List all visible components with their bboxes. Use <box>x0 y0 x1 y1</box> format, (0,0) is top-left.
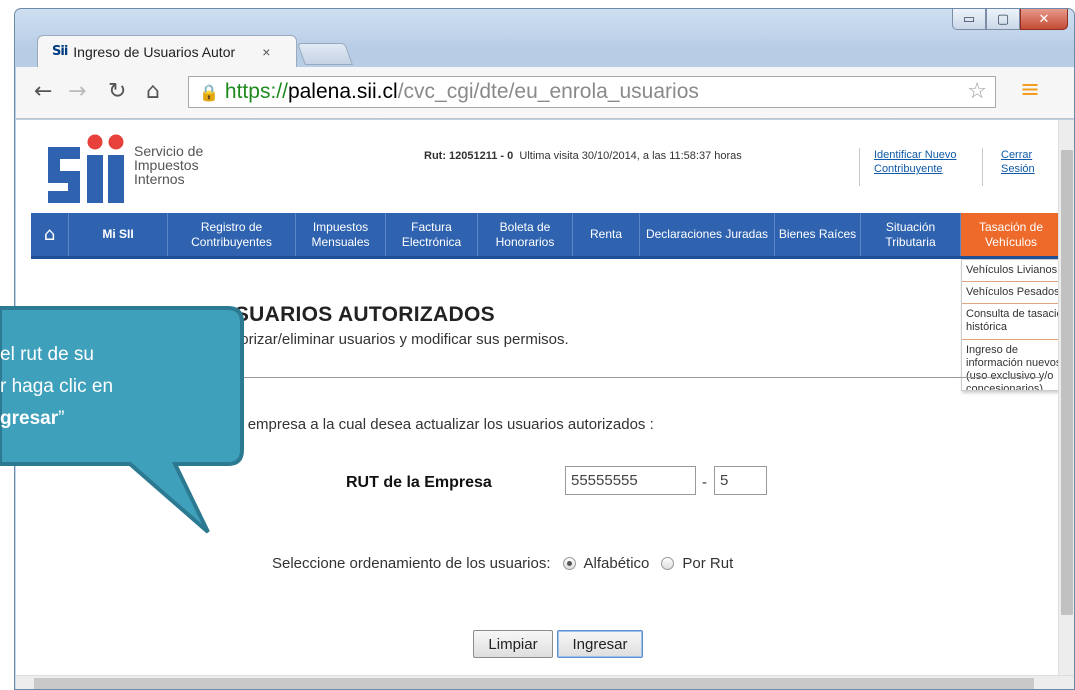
last-visit: Ultima visita 30/10/2014, a las 11:58:37… <box>519 150 742 162</box>
scroll-thumb[interactable] <box>34 678 1034 689</box>
main-nav: ⌂ Mi SII Registro de Contribuyentes Impu… <box>31 213 1058 259</box>
session-info: Rut: 12051211 - 0 Ultima visita 30/10/20… <box>424 150 742 162</box>
link-line: Contribuyente <box>874 163 943 175</box>
sii-logo-mark-icon <box>48 134 124 203</box>
browser-toolbar: ← → ↻ ⌂ 🔒 https:// palena.sii.cl /cvc_cg… <box>16 67 1074 119</box>
rut-input[interactable] <box>565 466 696 495</box>
nav-item-impuestos[interactable]: Impuestos Mensuales <box>296 213 386 256</box>
dropdown-item[interactable]: Vehículos Pesados <box>962 282 1058 304</box>
minimize-button[interactable]: ▭ <box>952 9 986 30</box>
home-icon[interactable]: ⌂ <box>146 79 160 104</box>
nav-item-bienes[interactable]: Bienes Raíces <box>775 213 861 256</box>
submit-button[interactable]: Ingresar <box>557 630 643 658</box>
back-arrow-icon[interactable]: ← <box>34 79 52 104</box>
logo-line: Servicio de <box>134 143 204 159</box>
link-line: Identificar Nuevo <box>874 149 957 161</box>
page-title: MANTENCION DE USUARIOS AUTORIZADOS <box>32 303 495 326</box>
dropdown-item[interactable]: Consulta de tasación histórica <box>962 304 1058 340</box>
callout-text: el rut de su r haga clic en gresar” <box>0 339 113 435</box>
close-window-button[interactable]: ✕ <box>1020 9 1068 30</box>
dropdown-item[interactable]: Vehículos Livianos <box>962 260 1058 282</box>
callout-quote: ” <box>58 408 65 429</box>
forward-arrow-icon[interactable]: → <box>68 79 86 104</box>
vertical-scrollbar[interactable] <box>1058 120 1074 675</box>
sii-favicon-icon: Sii <box>52 44 68 59</box>
callout-line: gresar” <box>0 403 113 435</box>
divider <box>982 148 983 186</box>
nav-home-icon[interactable]: ⌂ <box>31 213 69 256</box>
tasacion-dropdown: Vehículos Livianos Vehículos Pesados Con… <box>961 259 1058 391</box>
nav-item-boleta[interactable]: Boleta de Honorarios <box>478 213 573 256</box>
dropdown-item[interactable]: Ingreso de información nuevos (uso exclu… <box>962 340 1058 390</box>
rut-dash: - <box>702 474 707 491</box>
nav-item-registro[interactable]: Registro de Contribuyentes <box>168 213 296 256</box>
nav-item-mi-sii[interactable]: Mi SII <box>69 213 168 256</box>
nav-item-renta[interactable]: Renta <box>573 213 640 256</box>
sii-logo-text: Servicio de Impuestos Internos <box>134 144 203 186</box>
order-label: Seleccione ordenamiento de los usuarios: <box>272 555 551 572</box>
url-scheme: https:// <box>224 80 288 103</box>
clear-button[interactable]: Limpiar <box>473 630 553 658</box>
page-content: Servicio de Impuestos Internos Rut: 1205… <box>16 120 1058 675</box>
page-subtitle: usted podrá autorizar/eliminar usuarios … <box>136 331 569 348</box>
url-path: /cvc_cgi/dte/eu_enrola_usuarios <box>397 80 699 103</box>
dv-input[interactable] <box>714 466 767 495</box>
callout-line: r haga clic en <box>0 376 114 397</box>
logo-line: Impuestos <box>134 157 199 173</box>
address-bar[interactable]: 🔒 https:// palena.sii.cl /cvc_cgi/dte/eu… <box>188 76 996 108</box>
new-tab-button[interactable] <box>296 43 354 65</box>
tab-close-icon[interactable]: × <box>262 44 270 60</box>
logo-line: Internos <box>134 171 185 187</box>
rut-label: Rut: 12051211 - 0 <box>424 150 514 162</box>
callout-line: el rut de su <box>0 344 94 365</box>
logout-link[interactable]: Cerrar Sesión <box>1001 148 1035 176</box>
horizontal-scrollbar[interactable] <box>16 675 1074 689</box>
divider <box>30 377 1042 378</box>
browser-tab[interactable]: Sii Ingreso de Usuarios Autor × <box>37 35 297 67</box>
radio-label: Alfabético <box>583 555 650 572</box>
nav-item-tasacion[interactable]: Tasación de Vehículos <box>961 213 1058 256</box>
sii-logo: Servicio de Impuestos Internos <box>46 134 231 204</box>
nav-item-situacion[interactable]: Situación Tributaria <box>861 213 961 256</box>
callout-bold: gresar <box>0 408 59 429</box>
radio-alfabetico[interactable] <box>562 557 576 570</box>
bookmark-star-icon[interactable]: ☆ <box>967 79 987 104</box>
radio-por-rut[interactable] <box>661 557 675 570</box>
scroll-thumb[interactable] <box>1061 150 1073 615</box>
order-options: Seleccione ordenamiento de los usuarios:… <box>272 555 733 572</box>
url-host: palena.sii.cl <box>287 80 398 103</box>
reload-icon[interactable]: ↻ <box>108 79 126 104</box>
identify-new-taxpayer-link[interactable]: Identificar Nuevo Contribuyente <box>874 148 957 176</box>
chrome-menu-icon[interactable]: ≡ <box>1020 75 1040 103</box>
lock-icon: 🔒 <box>199 82 219 102</box>
radio-label: Por Rut <box>682 555 734 572</box>
link-line: Cerrar <box>1001 149 1033 161</box>
link-line: Sesión <box>1001 163 1035 175</box>
window-controls: ▭ ▢ ✕ <box>952 9 1068 30</box>
maximize-button[interactable]: ▢ <box>986 9 1020 30</box>
nav-item-declaraciones[interactable]: Declaraciones Juradas <box>640 213 775 256</box>
instruction-text: de la empresa a la cual desea actualizar… <box>211 416 654 433</box>
tab-title: Ingreso de Usuarios Autor <box>73 43 236 60</box>
divider <box>859 148 860 186</box>
rut-empresa-label: RUT de la Empresa <box>346 474 492 491</box>
browser-window: ▭ ▢ ✕ Sii Ingreso de Usuarios Autor × ← … <box>14 8 1075 690</box>
nav-item-factura[interactable]: Factura Electrónica <box>386 213 478 256</box>
